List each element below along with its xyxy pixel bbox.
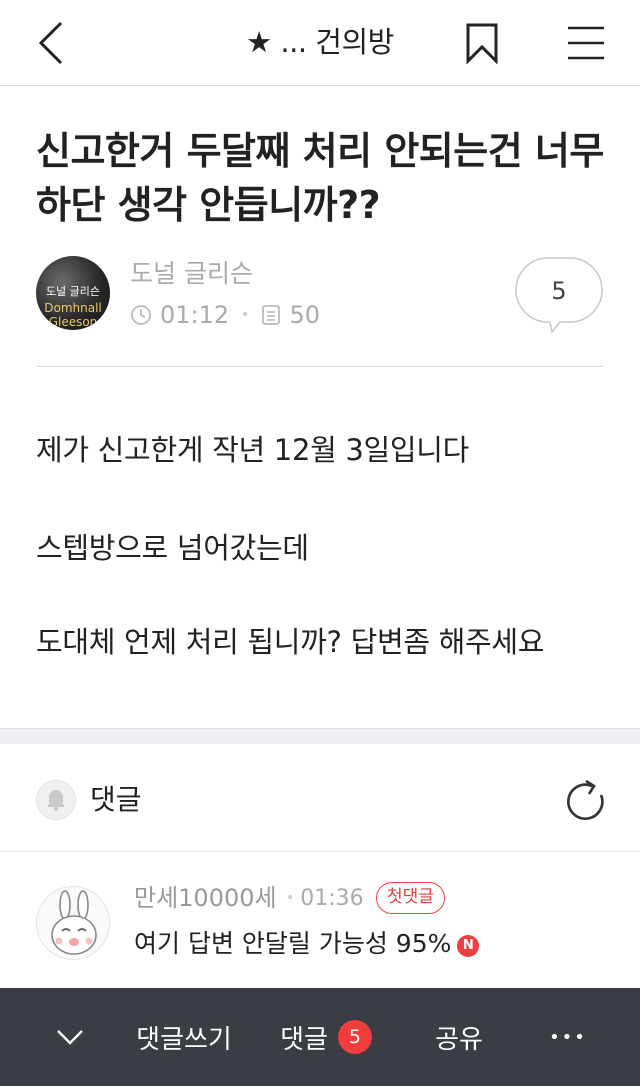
share-button[interactable]: 공유 [400,988,518,1086]
header-divider [36,366,604,367]
post-body-line: 도대체 언제 처리 됩니까? 답변좀 해주세요 [36,625,545,659]
comments-header: 댓글 [0,744,640,852]
comments-button[interactable]: 댓글 5 [262,988,390,1086]
comment-time-value: 01:36 [300,886,364,911]
post-body-line: 제가 신고한게 작년 12월 3일입니다 [36,433,470,467]
chevron-down-icon [57,1030,83,1045]
comments-count-badge: 5 [337,1020,372,1054]
comment-item: 만세10000세 • 01:36 첫댓글 여기 답변 안달릴 가능성 95% N [0,852,640,988]
board-title: ★ ... 건의방 [246,25,394,59]
write-comment-button[interactable]: 댓글쓰기 [120,988,248,1086]
meta-separator: • [241,307,250,323]
commenter-avatar[interactable] [36,886,110,960]
author-avatar[interactable]: 도널 글리슨 Domhnall Gleeson [36,256,110,330]
rabbit-avatar-icon [51,890,97,955]
avatar-caption-line: Domhnall [44,301,102,315]
first-comment-badge: 첫댓글 [376,882,445,914]
menu-button[interactable] [556,0,616,86]
chevron-left-icon [38,21,63,65]
post-body-line: 스텝방으로 넘어갔는데 [36,531,309,565]
top-nav-bar: ★ ... 건의방 [0,0,640,86]
comment-notification-button[interactable] [36,780,76,820]
commenter-name[interactable]: 만세10000세 [134,882,277,914]
comments-section-label: 댓글 [90,783,142,816]
refresh-icon [567,779,604,820]
meta-separator: • [286,890,295,906]
bell-icon [47,790,65,812]
section-divider [0,728,640,744]
comments-button-label: 댓글 [280,1024,328,1055]
bookmark-button[interactable] [452,0,512,86]
author-name[interactable]: 도널 글리슨 [130,258,253,290]
more-options-button[interactable]: ••• [528,988,608,1086]
post-time: 01:12 [160,301,230,329]
back-button[interactable] [20,0,80,86]
comment-text: 여기 답변 안달릴 가능성 95% N [134,926,480,962]
bottom-action-bar: 댓글쓰기 댓글 5 공유 ••• [0,988,640,1086]
comment-text-value: 여기 답변 안달릴 가능성 95% [134,929,452,958]
collapse-button[interactable] [30,988,110,1086]
bookmark-icon [466,23,498,64]
hamburger-menu-icon [568,26,604,60]
post-meta: 01:12 • 50 [130,298,320,332]
clock-icon [131,305,151,325]
post-title: 신고한거 두달째 처리 안되는건 너무 하단 생각 안듭니까?? [36,129,604,227]
comment-time: • 01:36 [286,882,364,915]
comment-count-bubble[interactable]: 5 [514,256,604,334]
comment-bubble-count: 5 [551,277,567,305]
document-icon [262,305,281,325]
new-badge: N [457,935,480,957]
refresh-button[interactable] [562,778,608,824]
avatar-caption-line: Gleeson [48,315,98,329]
post-views: 50 [289,301,320,329]
avatar-caption-line: 도널 글리슨 [45,285,101,298]
